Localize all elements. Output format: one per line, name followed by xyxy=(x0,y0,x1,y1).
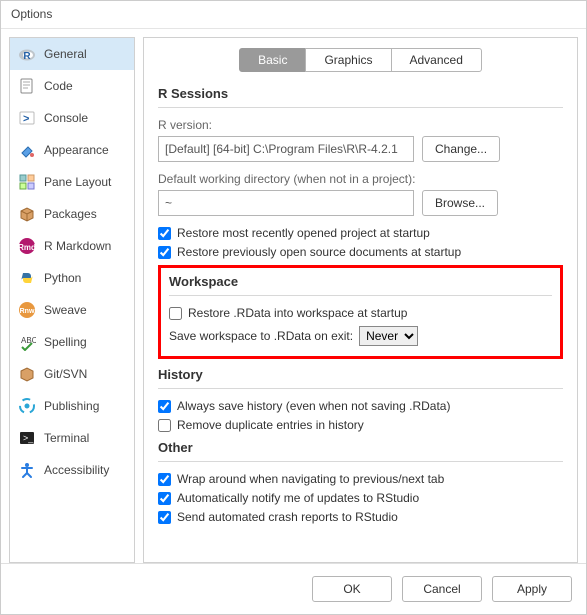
r-logo-icon: R xyxy=(18,45,36,63)
workspace-highlight-box: Workspace Restore .RData into workspace … xyxy=(158,265,563,359)
r-version-field[interactable] xyxy=(158,136,414,162)
always-save-history-label: Always save history (even when not savin… xyxy=(177,399,450,413)
paint-bucket-icon xyxy=(18,141,36,159)
sidebar-item-label: Console xyxy=(44,111,88,125)
sidebar-item-label: Terminal xyxy=(44,431,89,445)
svg-text:R: R xyxy=(23,51,31,62)
sidebar-item-accessibility[interactable]: Accessibility xyxy=(10,454,134,486)
svg-text:ABC: ABC xyxy=(21,336,36,345)
sidebar-item-python[interactable]: Python xyxy=(10,262,134,294)
change-r-version-button[interactable]: Change... xyxy=(422,136,500,162)
sidebar-item-git-svn[interactable]: Git/SVN xyxy=(10,358,134,390)
publish-icon xyxy=(18,397,36,415)
tab-label: Graphics xyxy=(324,53,372,67)
crash-reports-label: Send automated crash reports to RStudio xyxy=(177,510,398,524)
remove-dup-history-checkbox[interactable] xyxy=(158,419,171,432)
section-title-workspace: Workspace xyxy=(169,274,552,289)
terminal-icon: >_ xyxy=(18,429,36,447)
tab-label: Advanced xyxy=(410,53,463,67)
sidebar-item-code[interactable]: Code xyxy=(10,70,134,102)
sidebar-item-console[interactable]: > Console xyxy=(10,102,134,134)
tab-advanced[interactable]: Advanced xyxy=(391,48,482,72)
sidebar-item-packages[interactable]: Packages xyxy=(10,198,134,230)
grid-layout-icon xyxy=(18,173,36,191)
divider xyxy=(158,461,563,462)
sidebar-item-label: Spelling xyxy=(44,335,87,349)
tab-basic[interactable]: Basic xyxy=(239,48,306,72)
spellcheck-icon: ABC xyxy=(18,333,36,351)
sidebar: R General Code > Console Appear xyxy=(9,37,135,563)
restore-rdata-label: Restore .RData into workspace at startup xyxy=(188,306,407,320)
dialog-footer: OK Cancel Apply xyxy=(1,563,586,614)
ok-button[interactable]: OK xyxy=(312,576,392,602)
restore-documents-checkbox[interactable] xyxy=(158,246,171,259)
svg-text:Rnw: Rnw xyxy=(20,308,35,315)
svg-text:>: > xyxy=(23,113,29,125)
browse-wd-button[interactable]: Browse... xyxy=(422,190,498,216)
sidebar-item-label: Sweave xyxy=(44,303,87,317)
sidebar-item-terminal[interactable]: >_ Terminal xyxy=(10,422,134,454)
wrap-tabs-checkbox[interactable] xyxy=(158,473,171,486)
divider xyxy=(169,295,552,296)
section-title-history: History xyxy=(158,367,563,382)
sidebar-item-label: Code xyxy=(44,79,73,93)
restore-documents-label: Restore previously open source documents… xyxy=(177,245,461,259)
package-box-icon xyxy=(18,205,36,223)
sidebar-item-spelling[interactable]: ABC Spelling xyxy=(10,326,134,358)
sidebar-item-label: Pane Layout xyxy=(44,175,111,189)
default-wd-field[interactable] xyxy=(158,190,414,216)
window-body: R General Code > Console Appear xyxy=(1,29,586,563)
cancel-button[interactable]: Cancel xyxy=(402,576,482,602)
document-icon xyxy=(18,77,36,95)
sidebar-item-pane-layout[interactable]: Pane Layout xyxy=(10,166,134,198)
accessibility-icon xyxy=(18,461,36,479)
divider xyxy=(158,388,563,389)
sidebar-item-label: Python xyxy=(44,271,81,285)
sidebar-item-label: Accessibility xyxy=(44,463,109,477)
sidebar-item-label: R Markdown xyxy=(44,239,111,253)
restore-project-checkbox[interactable] xyxy=(158,227,171,240)
rmarkdown-icon: Rmd xyxy=(18,237,36,255)
restore-rdata-checkbox[interactable] xyxy=(169,307,182,320)
r-version-label: R version: xyxy=(158,118,563,132)
tab-bar: Basic Graphics Advanced xyxy=(158,48,563,72)
sidebar-item-label: Appearance xyxy=(44,143,109,157)
default-wd-label: Default working directory (when not in a… xyxy=(158,172,563,186)
window-title: Options xyxy=(1,1,586,29)
always-save-history-checkbox[interactable] xyxy=(158,400,171,413)
remove-dup-history-label: Remove duplicate entries in history xyxy=(177,418,364,432)
sidebar-item-label: Git/SVN xyxy=(44,367,87,381)
apply-button[interactable]: Apply xyxy=(492,576,572,602)
svg-text:>_: >_ xyxy=(23,433,34,443)
version-control-icon xyxy=(18,365,36,383)
options-window: Options R General Code > Console xyxy=(0,0,587,615)
sidebar-item-label: Packages xyxy=(44,207,97,221)
sidebar-item-label: Publishing xyxy=(44,399,99,413)
wrap-tabs-label: Wrap around when navigating to previous/… xyxy=(177,472,444,486)
save-workspace-label: Save workspace to .RData on exit: xyxy=(169,329,353,343)
save-workspace-select[interactable]: Never xyxy=(359,326,418,346)
sidebar-item-appearance[interactable]: Appearance xyxy=(10,134,134,166)
divider xyxy=(158,107,563,108)
crash-reports-checkbox[interactable] xyxy=(158,511,171,524)
sweave-icon: Rnw xyxy=(18,301,36,319)
section-title-other: Other xyxy=(158,440,563,455)
python-icon xyxy=(18,269,36,287)
svg-text:Rmd: Rmd xyxy=(18,243,36,252)
section-title-r-sessions: R Sessions xyxy=(158,86,563,101)
console-prompt-icon: > xyxy=(18,109,36,127)
notify-updates-checkbox[interactable] xyxy=(158,492,171,505)
notify-updates-label: Automatically notify me of updates to RS… xyxy=(177,491,419,505)
sidebar-item-general[interactable]: R General xyxy=(10,38,134,70)
main-panel: Basic Graphics Advanced R Sessions R ver… xyxy=(143,37,578,563)
sidebar-item-label: General xyxy=(44,47,87,61)
sidebar-item-rmarkdown[interactable]: Rmd R Markdown xyxy=(10,230,134,262)
restore-project-label: Restore most recently opened project at … xyxy=(177,226,430,240)
sidebar-item-publishing[interactable]: Publishing xyxy=(10,390,134,422)
tab-graphics[interactable]: Graphics xyxy=(305,48,391,72)
sidebar-item-sweave[interactable]: Rnw Sweave xyxy=(10,294,134,326)
tab-label: Basic xyxy=(258,53,287,67)
